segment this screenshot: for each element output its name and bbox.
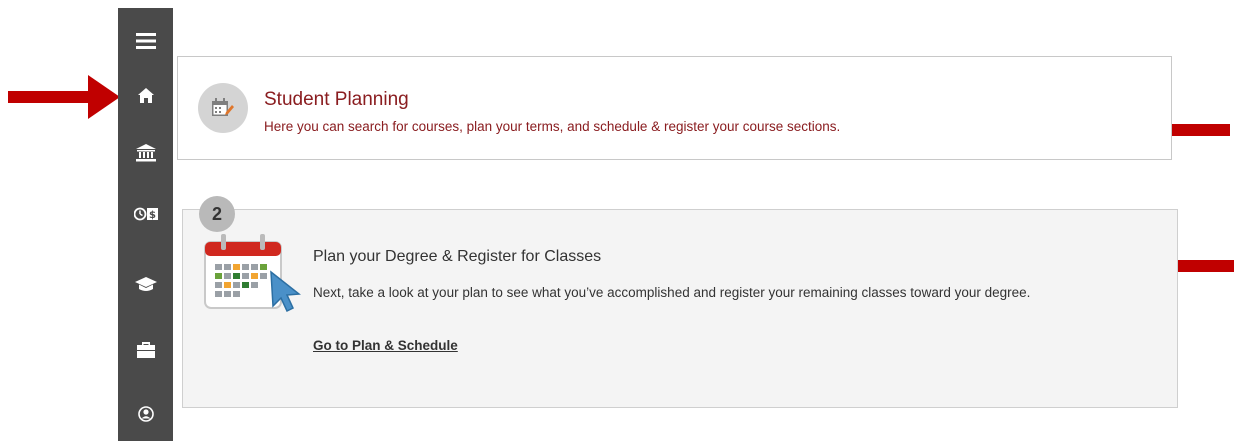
calendar-cursor-icon — [204, 234, 301, 313]
sidebar-item-profile[interactable] — [118, 394, 173, 434]
home-icon — [137, 87, 154, 103]
planner-icon-circle — [198, 83, 248, 133]
menu-button[interactable] — [118, 21, 173, 61]
go-to-plan-schedule-link[interactable]: Go to Plan & Schedule — [313, 338, 458, 353]
bank-icon — [135, 144, 156, 162]
sidebar-item-home[interactable] — [118, 75, 173, 115]
student-planning-card[interactable]: Student Planning Here you can search for… — [177, 56, 1172, 160]
planner-icon — [212, 98, 234, 116]
annotation-arrow-right — [8, 75, 120, 119]
step-number-badge: 2 — [199, 196, 235, 232]
sidebar-item-bank[interactable] — [118, 133, 173, 173]
menu-icon — [135, 33, 156, 49]
sidebar-nav: $ — [118, 8, 173, 441]
plan-degree-title: Plan your Degree & Register for Classes — [313, 248, 602, 265]
plan-degree-card: Plan your Degree & Register for Classes … — [182, 209, 1178, 408]
student-planning-title[interactable]: Student Planning — [264, 89, 409, 111]
sidebar-item-academics[interactable] — [118, 264, 173, 304]
graduation-cap-icon — [134, 276, 157, 291]
student-planning-description: Here you can search for courses, plan yo… — [264, 119, 841, 134]
user-circle-icon — [137, 406, 154, 422]
sidebar-item-financial[interactable]: $ — [118, 194, 173, 234]
sidebar-item-employment[interactable] — [118, 330, 173, 370]
financial-clock-icon: $ — [133, 207, 158, 221]
briefcase-icon — [136, 342, 155, 358]
svg-text:$: $ — [149, 210, 156, 221]
plan-degree-description: Next, take a look at your plan to see wh… — [313, 285, 1031, 300]
